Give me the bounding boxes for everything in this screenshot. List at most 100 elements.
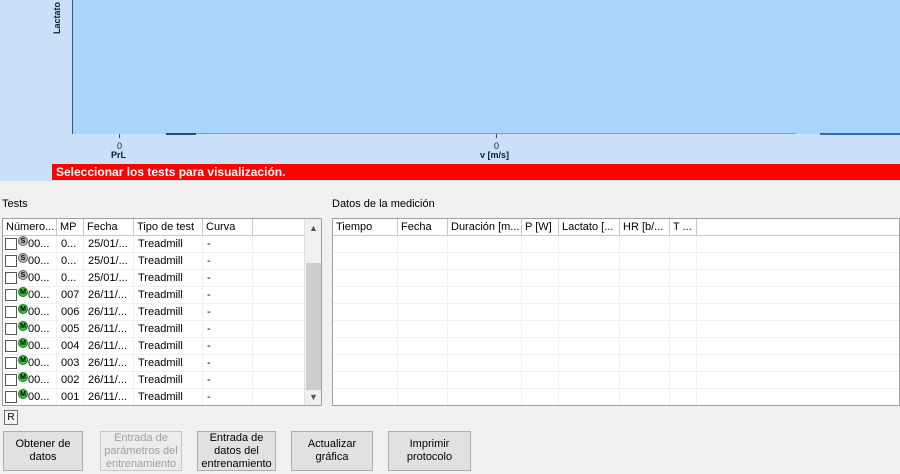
table-row[interactable]: M 00... 007 26/11/... Treadmill - xyxy=(3,287,321,304)
cell-mp: 0... xyxy=(57,253,84,269)
obtain-data-button[interactable]: Obtener de datos xyxy=(3,431,83,471)
empty-cell xyxy=(620,321,670,337)
table-row[interactable]: S 00... 0... 25/01/... Treadmill - xyxy=(3,270,321,287)
col-header-mp[interactable]: MP xyxy=(57,219,84,235)
training-data-button[interactable]: Entrada de datos del entrenamiento xyxy=(197,431,276,471)
empty-cell xyxy=(448,389,522,405)
row-checkbox[interactable] xyxy=(5,272,17,284)
table-row[interactable]: M 00... 004 26/11/... Treadmill - xyxy=(3,338,321,355)
cell-mp: 002 xyxy=(57,372,84,388)
cell-fecha: 25/01/... xyxy=(84,270,134,286)
empty-cell xyxy=(559,236,620,252)
table-row xyxy=(333,321,899,338)
cell-tipo: Treadmill xyxy=(134,253,203,269)
test-badge-icon: M xyxy=(18,372,28,382)
empty-cell xyxy=(448,372,522,388)
cell-numero-text: 00... xyxy=(28,271,50,284)
empty-cell xyxy=(670,372,697,388)
cell-numero: M 00... xyxy=(3,304,57,320)
test-badge-icon: S xyxy=(18,270,28,280)
empty-cell xyxy=(670,304,697,320)
empty-cell xyxy=(559,270,620,286)
cell-numero: M 00... xyxy=(3,338,57,354)
scroll-up-icon[interactable]: ▲ xyxy=(305,219,321,236)
empty-cell xyxy=(398,355,448,371)
scroll-thumb[interactable] xyxy=(306,263,321,390)
col-header-hr[interactable]: HR [b/... xyxy=(620,219,670,235)
col-header-potencia[interactable]: P [W] xyxy=(522,219,559,235)
cell-curva: - xyxy=(203,270,253,286)
col-header-fecha[interactable]: Fecha xyxy=(84,219,134,235)
col-header-duracion[interactable]: Duración [m... xyxy=(448,219,522,235)
table-row[interactable]: M 00... 006 26/11/... Treadmill - xyxy=(3,304,321,321)
row-checkbox[interactable] xyxy=(5,374,17,386)
col-header-lactato[interactable]: Lactato [... xyxy=(559,219,620,235)
row-checkbox[interactable] xyxy=(5,306,17,318)
table-row[interactable]: S 00... 0... 25/01/... Treadmill - xyxy=(3,236,321,253)
table-row[interactable]: S 00... 0... 25/01/... Treadmill - xyxy=(3,253,321,270)
empty-cell xyxy=(333,321,398,337)
cell-mp: 005 xyxy=(57,321,84,337)
row-checkbox[interactable] xyxy=(5,391,17,403)
table-row xyxy=(333,304,899,321)
cell-tipo: Treadmill xyxy=(134,338,203,354)
cell-numero: M 00... xyxy=(3,372,57,388)
empty-cell xyxy=(448,236,522,252)
row-checkbox[interactable] xyxy=(5,289,17,301)
empty-cell xyxy=(398,287,448,303)
cell-fecha: 26/11/... xyxy=(84,321,134,337)
table-row[interactable]: M 00... 003 26/11/... Treadmill - xyxy=(3,355,321,372)
empty-cell xyxy=(522,338,559,354)
table-row[interactable]: M 00... 001 26/11/... Treadmill - xyxy=(3,389,321,405)
cell-curva: - xyxy=(203,389,253,405)
cell-tipo: Treadmill xyxy=(134,304,203,320)
empty-cell xyxy=(620,236,670,252)
empty-cell xyxy=(620,270,670,286)
table-row xyxy=(333,253,899,270)
r-button[interactable]: R xyxy=(4,410,18,425)
table-row xyxy=(333,372,899,389)
row-checkbox[interactable] xyxy=(5,255,17,267)
cell-numero-text: 00... xyxy=(28,288,50,301)
cell-curva: - xyxy=(203,287,253,303)
cell-numero-text: 00... xyxy=(28,339,50,352)
row-checkbox[interactable] xyxy=(5,323,17,335)
cell-tipo: Treadmill xyxy=(134,355,203,371)
table-row[interactable]: M 00... 005 26/11/... Treadmill - xyxy=(3,321,321,338)
y-axis-label: Lactato xyxy=(52,2,62,35)
empty-cell xyxy=(398,338,448,354)
tests-scrollbar[interactable]: ▲ ▼ xyxy=(304,219,321,405)
x-axis-label-prl: PrL xyxy=(111,150,127,160)
table-row xyxy=(333,355,899,372)
col-header-t[interactable]: T ... xyxy=(670,219,697,235)
measurement-title: Datos de la medición xyxy=(332,198,435,210)
cell-numero: M 00... xyxy=(3,389,57,405)
table-row[interactable]: M 00... 002 26/11/... Treadmill - xyxy=(3,372,321,389)
col-header-fecha[interactable]: Fecha xyxy=(398,219,448,235)
col-header-curva[interactable]: Curva xyxy=(203,219,253,235)
training-parameters-button[interactable]: Entrada de parámetros del entrenamiento xyxy=(100,431,182,471)
empty-cell xyxy=(522,304,559,320)
tests-table[interactable]: Número... MP Fecha Tipo de test Curva S0… xyxy=(2,218,322,406)
empty-cell xyxy=(333,304,398,320)
cell-numero: S 00... xyxy=(3,253,57,269)
empty-cell xyxy=(620,389,670,405)
empty-cell xyxy=(559,287,620,303)
row-checkbox[interactable] xyxy=(5,340,17,352)
empty-cell xyxy=(522,270,559,286)
cell-mp: 0... xyxy=(57,236,84,252)
scroll-down-icon[interactable]: ▼ xyxy=(305,388,321,405)
row-checkbox[interactable] xyxy=(5,357,17,369)
cell-curva: - xyxy=(203,304,253,320)
tests-title: Tests xyxy=(2,198,28,210)
measurement-table[interactable]: Tiempo Fecha Duración [m... P [W] Lactat… xyxy=(332,218,900,406)
col-header-numero[interactable]: Número... xyxy=(3,219,57,235)
update-chart-button[interactable]: Actualizar gráfica xyxy=(291,431,373,471)
empty-cell xyxy=(670,270,697,286)
col-header-tiempo[interactable]: Tiempo xyxy=(333,219,398,235)
col-header-tipo[interactable]: Tipo de test xyxy=(134,219,203,235)
empty-cell xyxy=(559,389,620,405)
row-checkbox[interactable] xyxy=(5,238,17,250)
curve-segment xyxy=(166,133,196,135)
print-protocol-button[interactable]: Imprimir protocolo xyxy=(388,431,471,471)
